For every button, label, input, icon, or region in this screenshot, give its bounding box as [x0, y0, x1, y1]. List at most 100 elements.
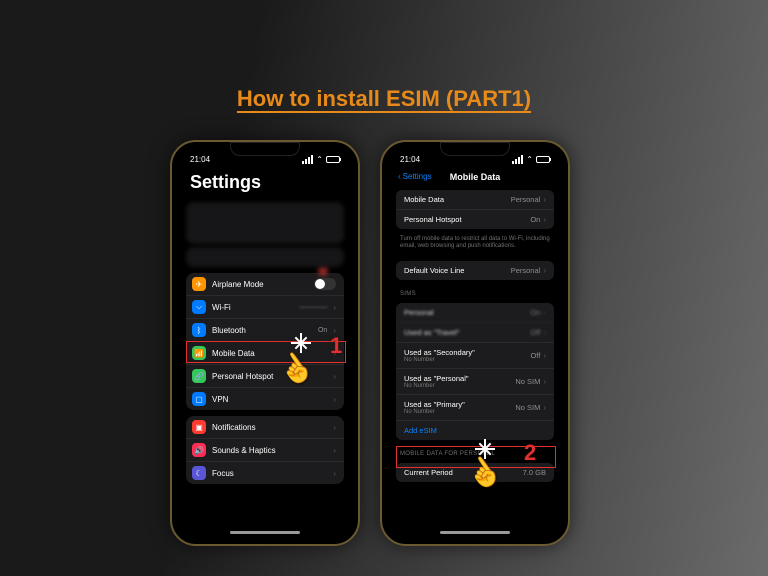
- airplane-icon: ✈: [192, 277, 206, 291]
- toggle-airplane[interactable]: [314, 278, 336, 290]
- settings-group-notifications: ▣ Notifications › 🔊 Sounds & Haptics › ☾…: [186, 416, 344, 484]
- chevron-right-icon: ›: [543, 195, 546, 204]
- row-focus[interactable]: ☾ Focus ›: [186, 461, 344, 484]
- wifi-icon: ⌃: [526, 155, 533, 164]
- nav-title: Mobile Data: [388, 172, 562, 182]
- chevron-right-icon: ›: [543, 377, 546, 386]
- settings-heading: Settings: [178, 168, 352, 199]
- row-add-esim[interactable]: Add eSIM: [396, 420, 554, 440]
- group-voice-line: Default Voice Line Personal›: [396, 261, 554, 280]
- mobile-data-icon: 📶: [192, 346, 206, 360]
- row-label: VPN: [212, 395, 327, 404]
- row-default-voice-line[interactable]: Default Voice Line Personal›: [396, 261, 554, 280]
- row-value: Personal: [511, 195, 541, 204]
- sounds-icon: 🔊: [192, 443, 206, 457]
- row-label: Wi-Fi: [212, 303, 293, 312]
- row-label: Airplane Mode: [212, 280, 308, 289]
- row-mobile-data[interactable]: Mobile Data Personal›: [396, 190, 554, 209]
- status-icons: ⌃: [512, 155, 550, 164]
- row-label: Default Voice Line: [404, 266, 464, 275]
- suggestion-card-blurred[interactable]: [186, 247, 344, 267]
- chevron-right-icon: ›: [333, 303, 336, 312]
- chevron-right-icon: ›: [333, 372, 336, 381]
- row-sim-personal[interactable]: Used as "Personal"No Number No SIM›: [396, 368, 554, 394]
- home-indicator: [440, 531, 510, 534]
- row-notifications[interactable]: ▣ Notifications ›: [186, 416, 344, 438]
- page-title: How to install ESIM (PART1): [0, 86, 768, 112]
- wifi-icon: ⌃: [316, 155, 323, 164]
- focus-icon: ☾: [192, 466, 206, 480]
- notifications-icon: ▣: [192, 420, 206, 434]
- row-label: Personal: [404, 308, 434, 317]
- row-label: Used as "Primary": [404, 400, 465, 409]
- row-value: 7.0 GB: [523, 468, 546, 477]
- chevron-right-icon: ›: [333, 395, 336, 404]
- row-value: On: [530, 215, 540, 224]
- wifi-icon: ⌵: [192, 300, 206, 314]
- row-personal-hotspot[interactable]: 🔗 Personal Hotspot ›: [186, 364, 344, 387]
- screen-mobile-data: 21:04 ⌃ ‹ Settings Mobile Data Mobile Da…: [388, 148, 562, 538]
- chevron-right-icon: ›: [543, 308, 546, 317]
- row-label: Notifications: [212, 423, 327, 432]
- row-current-period[interactable]: Current Period 7.0 GB: [396, 463, 554, 482]
- battery-icon: [326, 156, 340, 163]
- chevron-right-icon: ›: [333, 423, 336, 432]
- row-label: Sounds & Haptics: [212, 446, 327, 455]
- row-sim-primary[interactable]: Used as "Primary"No Number No SIM›: [396, 394, 554, 420]
- nav-bar: ‹ Settings Mobile Data: [388, 168, 562, 185]
- row-label: Used as "Travel": [404, 328, 459, 337]
- notch: [440, 142, 510, 156]
- phone-right: 21:04 ⌃ ‹ Settings Mobile Data Mobile Da…: [380, 140, 570, 546]
- row-airplane-mode[interactable]: ✈ Airplane Mode: [186, 273, 344, 295]
- phone-pair: 21:04 ⌃ Settings ✈ Airplane Mode ⌵ W: [170, 140, 570, 546]
- row-label: Used as "Personal": [404, 374, 469, 383]
- battery-icon: [536, 156, 550, 163]
- row-wifi[interactable]: ⌵ Wi-Fi ———— ›: [186, 295, 344, 318]
- screen-settings: 21:04 ⌃ Settings ✈ Airplane Mode ⌵ W: [178, 148, 352, 538]
- section-header-sims: SIMs: [388, 285, 562, 298]
- apple-id-card-blurred[interactable]: [186, 202, 344, 244]
- row-label: Mobile Data: [404, 195, 444, 204]
- hotspot-icon: 🔗: [192, 369, 206, 383]
- signal-icon: [302, 155, 313, 164]
- row-sublabel: No Number: [404, 409, 465, 415]
- row-value: No SIM: [515, 377, 540, 386]
- group-mobile-data: Mobile Data Personal› Personal Hotspot O…: [396, 190, 554, 229]
- row-sublabel: No Number: [404, 357, 475, 363]
- wifi-value-blurred: ————: [299, 304, 327, 311]
- chevron-right-icon: ›: [543, 266, 546, 275]
- chevron-right-icon: ›: [543, 215, 546, 224]
- notch: [230, 142, 300, 156]
- signal-icon: [512, 155, 523, 164]
- row-bluetooth[interactable]: ᛒ Bluetooth On ›: [186, 318, 344, 341]
- row-value: On: [530, 308, 540, 317]
- row-label: Mobile Data: [212, 349, 327, 358]
- row-personal-hotspot[interactable]: Personal Hotspot On›: [396, 209, 554, 229]
- row-sim-secondary[interactable]: Used as "Secondary"No Number Off›: [396, 342, 554, 368]
- chevron-right-icon: ›: [543, 403, 546, 412]
- row-sim-2-blurred[interactable]: Used as "Travel" Off›: [396, 322, 554, 342]
- settings-group-network: ✈ Airplane Mode ⌵ Wi-Fi ———— › ᛒ Bluetoo…: [186, 273, 344, 410]
- row-label: Focus: [212, 469, 327, 478]
- row-label: Personal Hotspot: [212, 372, 327, 381]
- footer-text: Turn off mobile data to restrict all dat…: [388, 234, 562, 256]
- row-value: Personal: [511, 266, 541, 275]
- row-sounds[interactable]: 🔊 Sounds & Haptics ›: [186, 438, 344, 461]
- row-sublabel: No Number: [404, 383, 469, 389]
- row-value: Off: [530, 328, 540, 337]
- home-indicator: [230, 531, 300, 534]
- chevron-right-icon: ›: [333, 469, 336, 478]
- row-label: Bluetooth: [212, 326, 312, 335]
- row-sim-1-blurred[interactable]: Personal On›: [396, 303, 554, 322]
- row-mobile-data[interactable]: 📶 Mobile Data ›: [186, 341, 344, 364]
- vpn-icon: ▢: [192, 392, 206, 406]
- row-value: No SIM: [515, 403, 540, 412]
- group-data-usage: Current Period 7.0 GB: [396, 463, 554, 482]
- status-icons: ⌃: [302, 155, 340, 164]
- add-esim-label: Add eSIM: [404, 426, 437, 435]
- phone-left: 21:04 ⌃ Settings ✈ Airplane Mode ⌵ W: [170, 140, 360, 546]
- row-label: Current Period: [404, 468, 453, 477]
- row-vpn[interactable]: ▢ VPN ›: [186, 387, 344, 410]
- group-sims: Personal On› Used as "Travel" Off› Used …: [396, 303, 554, 440]
- status-time: 21:04: [190, 155, 210, 164]
